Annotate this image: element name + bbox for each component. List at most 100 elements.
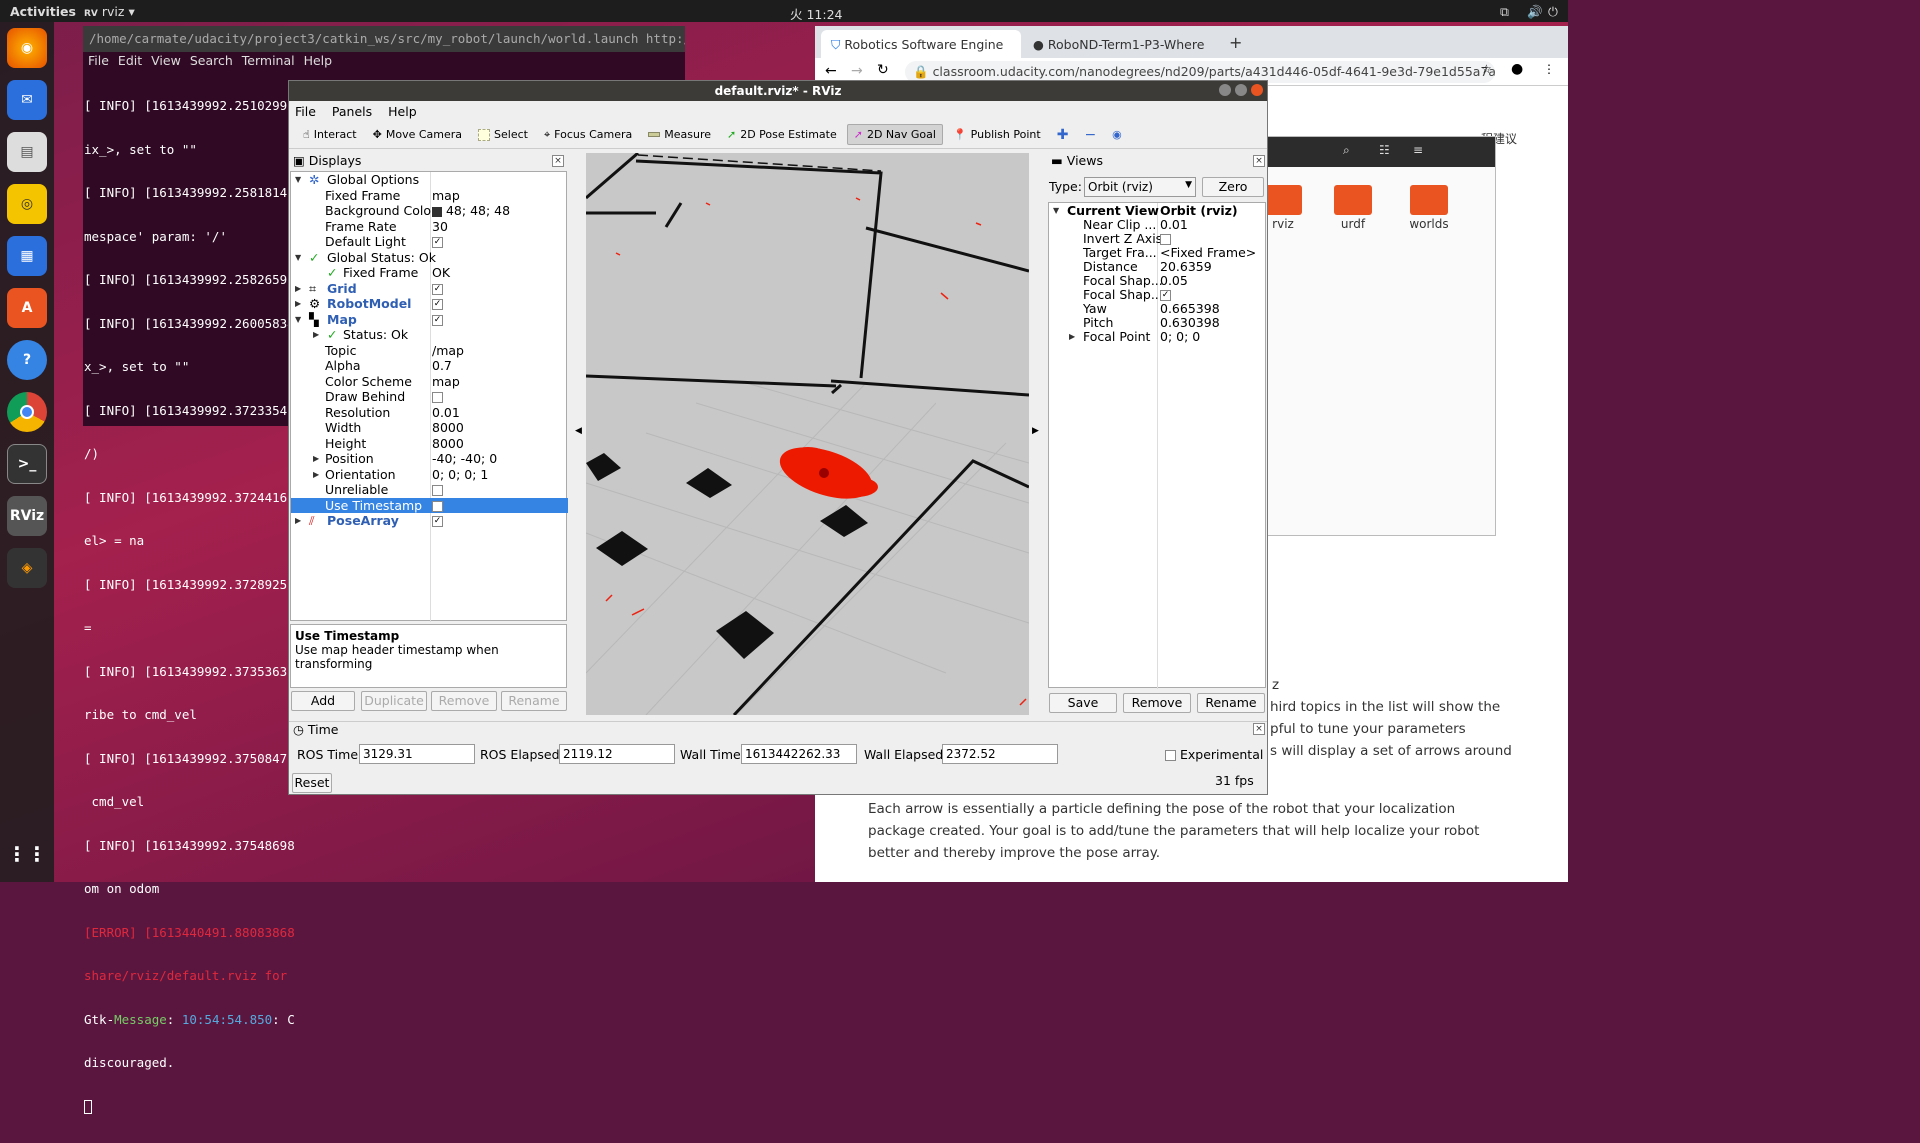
- tree-row[interactable]: ✓ Fixed Frame OK: [291, 265, 568, 281]
- reload-icon[interactable]: ↻: [877, 62, 889, 78]
- thunderbird-icon[interactable]: ✉: [7, 80, 47, 120]
- tool-interact[interactable]: ☝ Interact: [297, 125, 363, 144]
- search-icon[interactable]: ⌕: [1343, 143, 1350, 158]
- tree-row[interactable]: ▶ ✓ Status: Ok: [291, 327, 568, 343]
- zero-button[interactable]: Zero: [1202, 177, 1264, 197]
- tool-2d-pose-estimate[interactable]: ➚ 2D Pose Estimate: [721, 125, 843, 144]
- map-checkbox[interactable]: ✓: [432, 314, 443, 326]
- terminal-menu-file[interactable]: File: [88, 53, 109, 68]
- tree-row-grid[interactable]: ▶ ⌗ Grid ✓: [291, 281, 568, 297]
- hamburger-icon[interactable]: ≡: [1413, 143, 1423, 157]
- tree-row[interactable]: Resolution 0.01: [291, 405, 568, 421]
- rename-display-button[interactable]: Rename: [501, 691, 567, 711]
- tree-row[interactable]: Frame Rate 30: [291, 219, 568, 235]
- browser-tab-active[interactable]: ⛉ Robotics Software Engine: [821, 30, 1021, 58]
- tree-row[interactable]: Topic/map: [291, 343, 568, 359]
- terminal-menu-terminal[interactable]: Terminal: [242, 53, 295, 68]
- rename-view-button[interactable]: Rename: [1197, 693, 1265, 713]
- wall-time-field[interactable]: 1613442262.33: [741, 744, 857, 764]
- rhythmbox-icon[interactable]: ◎: [7, 184, 47, 224]
- maximize-icon[interactable]: [1234, 84, 1247, 96]
- tree-row[interactable]: Draw Behind: [291, 389, 568, 405]
- remove-tool-icon[interactable]: −: [1078, 124, 1102, 146]
- activities-button[interactable]: Activities: [10, 4, 76, 19]
- tree-row-map[interactable]: ▼ ▚ Map ✓: [291, 312, 568, 328]
- tool-focus-camera[interactable]: ⌖ Focus Camera: [538, 125, 638, 145]
- new-tab-button[interactable]: +: [1219, 30, 1252, 58]
- tool-measure[interactable]: Measure: [642, 125, 717, 144]
- 3d-viewport[interactable]: [586, 153, 1029, 715]
- tree-row[interactable]: Color Scheme map: [291, 374, 568, 390]
- terminal-menu-view[interactable]: View: [151, 53, 181, 68]
- experimental-checkbox[interactable]: [1165, 750, 1176, 761]
- tree-row[interactable]: Default Light ✓: [291, 234, 568, 250]
- tool-move-camera[interactable]: ✥ Move Camera: [367, 125, 468, 144]
- views-close-icon[interactable]: ×: [1253, 155, 1265, 167]
- remove-display-button[interactable]: Remove: [431, 691, 497, 711]
- rviz-window[interactable]: default.rviz* - RViz File Panels Help ☝ Int…: [288, 80, 1268, 795]
- volume-icon[interactable]: 🔊: [1527, 4, 1543, 20]
- show-apps-icon[interactable]: ⋮⋮: [7, 834, 47, 874]
- forward-icon[interactable]: →: [851, 63, 863, 79]
- close-icon[interactable]: [1250, 84, 1263, 96]
- browser-tab[interactable]: ● RoboND-Term1-P3-Where: [1023, 30, 1213, 58]
- files-window[interactable]: ⌕ ☷ ≡ rviz urdf worlds: [1262, 136, 1496, 536]
- terminal-menu-help[interactable]: Help: [304, 53, 333, 68]
- draw-behind-checkbox[interactable]: [432, 392, 443, 403]
- tree-row-global-options[interactable]: ▼ ✲ Global Options: [291, 172, 568, 188]
- chrome-icon[interactable]: [7, 392, 47, 432]
- network-icon[interactable]: ⧉: [1500, 4, 1509, 20]
- left-splitter[interactable]: ◀: [573, 153, 585, 713]
- views-row[interactable]: ▶ Focal Point 0; 0; 0: [1049, 329, 1265, 345]
- tree-row-robotmodel[interactable]: ▶ ⚙ RobotModel ✓: [291, 296, 568, 312]
- reset-button[interactable]: Reset: [292, 773, 332, 793]
- menu-help[interactable]: Help: [388, 104, 417, 119]
- tree-row-posearray[interactable]: ▶ ⫽ PoseArray ✓: [291, 513, 568, 529]
- right-splitter[interactable]: ▶: [1030, 153, 1042, 713]
- tree-row[interactable]: Width 8000: [291, 420, 568, 436]
- unreliable-checkbox[interactable]: [432, 485, 443, 496]
- ros-elapsed-field[interactable]: 2119.12: [559, 744, 675, 764]
- default-light-checkbox[interactable]: ✓: [432, 237, 443, 248]
- remove-view-button[interactable]: Remove: [1123, 693, 1191, 713]
- software-icon[interactable]: A: [7, 288, 47, 328]
- clock[interactable]: 火 11:24: [790, 4, 843, 23]
- power-icon[interactable]: ⏻: [1548, 4, 1558, 20]
- tool-2d-nav-goal[interactable]: ➚ 2D Nav Goal: [846, 124, 943, 145]
- app-menu[interactable]: RV rviz ▾: [84, 4, 135, 19]
- tree-row[interactable]: Height 8000: [291, 436, 568, 452]
- folder-item[interactable]: urdf: [1323, 185, 1383, 231]
- displays-close-icon[interactable]: ×: [552, 155, 564, 167]
- folder-item[interactable]: worlds: [1399, 185, 1459, 231]
- tree-row[interactable]: Fixed Frame map: [291, 188, 568, 204]
- tree-row[interactable]: Alpha 0.7: [291, 358, 568, 374]
- ros-time-field[interactable]: 3129.31: [359, 744, 475, 764]
- minimize-icon[interactable]: [1219, 84, 1231, 96]
- tree-row[interactable]: ▼ ✓ Global Status: Ok: [291, 250, 568, 266]
- experimental-option[interactable]: Experimental: [1165, 747, 1263, 762]
- terminal-icon[interactable]: >_: [7, 444, 47, 484]
- star-icon[interactable]: ☆: [1481, 62, 1492, 76]
- menu-file[interactable]: File: [295, 104, 316, 119]
- add-display-button[interactable]: Add: [291, 691, 355, 711]
- terminal-menu-search[interactable]: Search: [190, 53, 233, 68]
- chrome-menu-icon[interactable]: ⋮: [1543, 62, 1555, 76]
- tool-publish-point[interactable]: 📍 Publish Point: [947, 125, 1047, 144]
- help-icon[interactable]: ?: [7, 340, 47, 380]
- posearray-checkbox[interactable]: ✓: [432, 516, 443, 527]
- gazebo-icon[interactable]: ◈: [7, 548, 47, 588]
- focal-shape-checkbox[interactable]: ✓: [1160, 290, 1171, 301]
- tree-row[interactable]: Background Color 48; 48; 48: [291, 203, 568, 219]
- back-icon[interactable]: ←: [825, 63, 837, 79]
- tree-row-selected[interactable]: Use Timestamp: [291, 497, 568, 513]
- firefox-icon[interactable]: ◉: [7, 28, 47, 68]
- eye-icon[interactable]: ◉: [1106, 125, 1128, 144]
- grid-checkbox[interactable]: ✓: [432, 283, 443, 295]
- files-icon[interactable]: ▤: [7, 132, 47, 172]
- view-type-select[interactable]: Orbit (rviz) ▼: [1084, 177, 1196, 197]
- robotmodel-checkbox[interactable]: ✓: [432, 299, 443, 310]
- terminal-menu-edit[interactable]: Edit: [118, 53, 142, 68]
- views-tree[interactable]: ▼ Current View Orbit (rviz) Near Clip ... 0…: [1048, 202, 1266, 689]
- tree-row[interactable]: ▶ Orientation 0; 0; 0; 1: [291, 467, 568, 483]
- duplicate-button[interactable]: Duplicate: [361, 691, 427, 711]
